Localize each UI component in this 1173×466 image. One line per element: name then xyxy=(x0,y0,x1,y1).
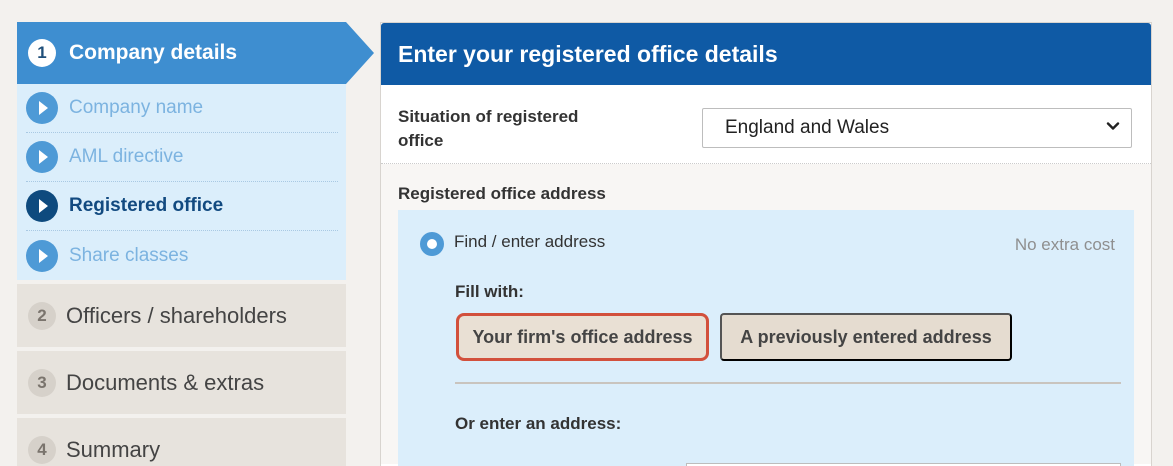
registered-office-panel: Enter your registered office details Sit… xyxy=(380,22,1152,466)
substep-registered-office[interactable]: Registered office xyxy=(26,182,338,231)
panel-title: Enter your registered office details xyxy=(381,23,1151,85)
arrow-right-icon xyxy=(26,239,58,272)
situation-label: Situation of registered office xyxy=(398,107,579,150)
step-number-badge: 4 xyxy=(28,435,56,464)
arrow-right-icon xyxy=(26,92,58,124)
fill-with-label: Fill with: xyxy=(455,282,524,301)
chevron-down-icon xyxy=(1106,122,1120,130)
find-address-radio[interactable] xyxy=(420,232,444,256)
substep-label: AML directive xyxy=(69,146,184,167)
address-option-box: Find / enter address No extra cost Fill … xyxy=(398,210,1134,466)
step-label: Documents & extras xyxy=(66,369,265,395)
cost-note: No extra cost xyxy=(1014,235,1115,254)
step-documents-extras[interactable]: 3 Documents & extras xyxy=(17,351,346,414)
previous-address-button[interactable]: A previously entered address xyxy=(720,313,1012,361)
situation-select[interactable]: England and Wales xyxy=(702,108,1132,148)
progress-sidebar: 1 Company details Company name AML direc… xyxy=(17,22,374,466)
step-label: Summary xyxy=(66,436,161,462)
step-number-badge: 1 xyxy=(28,39,56,67)
step-company-details[interactable]: 1 Company details xyxy=(17,22,374,84)
situation-selected-value: England and Wales xyxy=(725,117,890,138)
situation-row: Situation of registered office England a… xyxy=(381,85,1151,164)
substep-company-name[interactable]: Company name xyxy=(26,84,338,133)
divider xyxy=(455,382,1121,384)
substep-label: Company name xyxy=(69,97,204,118)
step-number-badge: 3 xyxy=(28,368,56,397)
substep-aml-directive[interactable]: AML directive xyxy=(26,133,338,182)
substep-share-classes[interactable]: Share classes xyxy=(26,231,338,280)
or-enter-label: Or enter an address: xyxy=(455,414,622,433)
substep-list: Company name AML directive Registered of… xyxy=(17,84,346,280)
step-label: Company details xyxy=(69,41,238,64)
substep-label: Share classes xyxy=(69,244,189,266)
step-officers-shareholders[interactable]: 2 Officers / shareholders xyxy=(17,284,346,347)
address-heading: Registered office address xyxy=(398,184,606,203)
find-address-label[interactable]: Find / enter address xyxy=(454,232,605,252)
address-section: Registered office address Find / enter a… xyxy=(381,164,1151,466)
step-summary[interactable]: 4 Summary xyxy=(17,418,346,466)
step-number-badge: 2 xyxy=(28,301,56,330)
arrow-right-icon xyxy=(26,141,58,173)
arrow-right-icon xyxy=(26,190,58,222)
substep-label: Registered office xyxy=(69,195,224,216)
step-label: Officers / shareholders xyxy=(66,302,287,328)
firm-office-address-button[interactable]: Your firm's office address xyxy=(456,313,709,361)
